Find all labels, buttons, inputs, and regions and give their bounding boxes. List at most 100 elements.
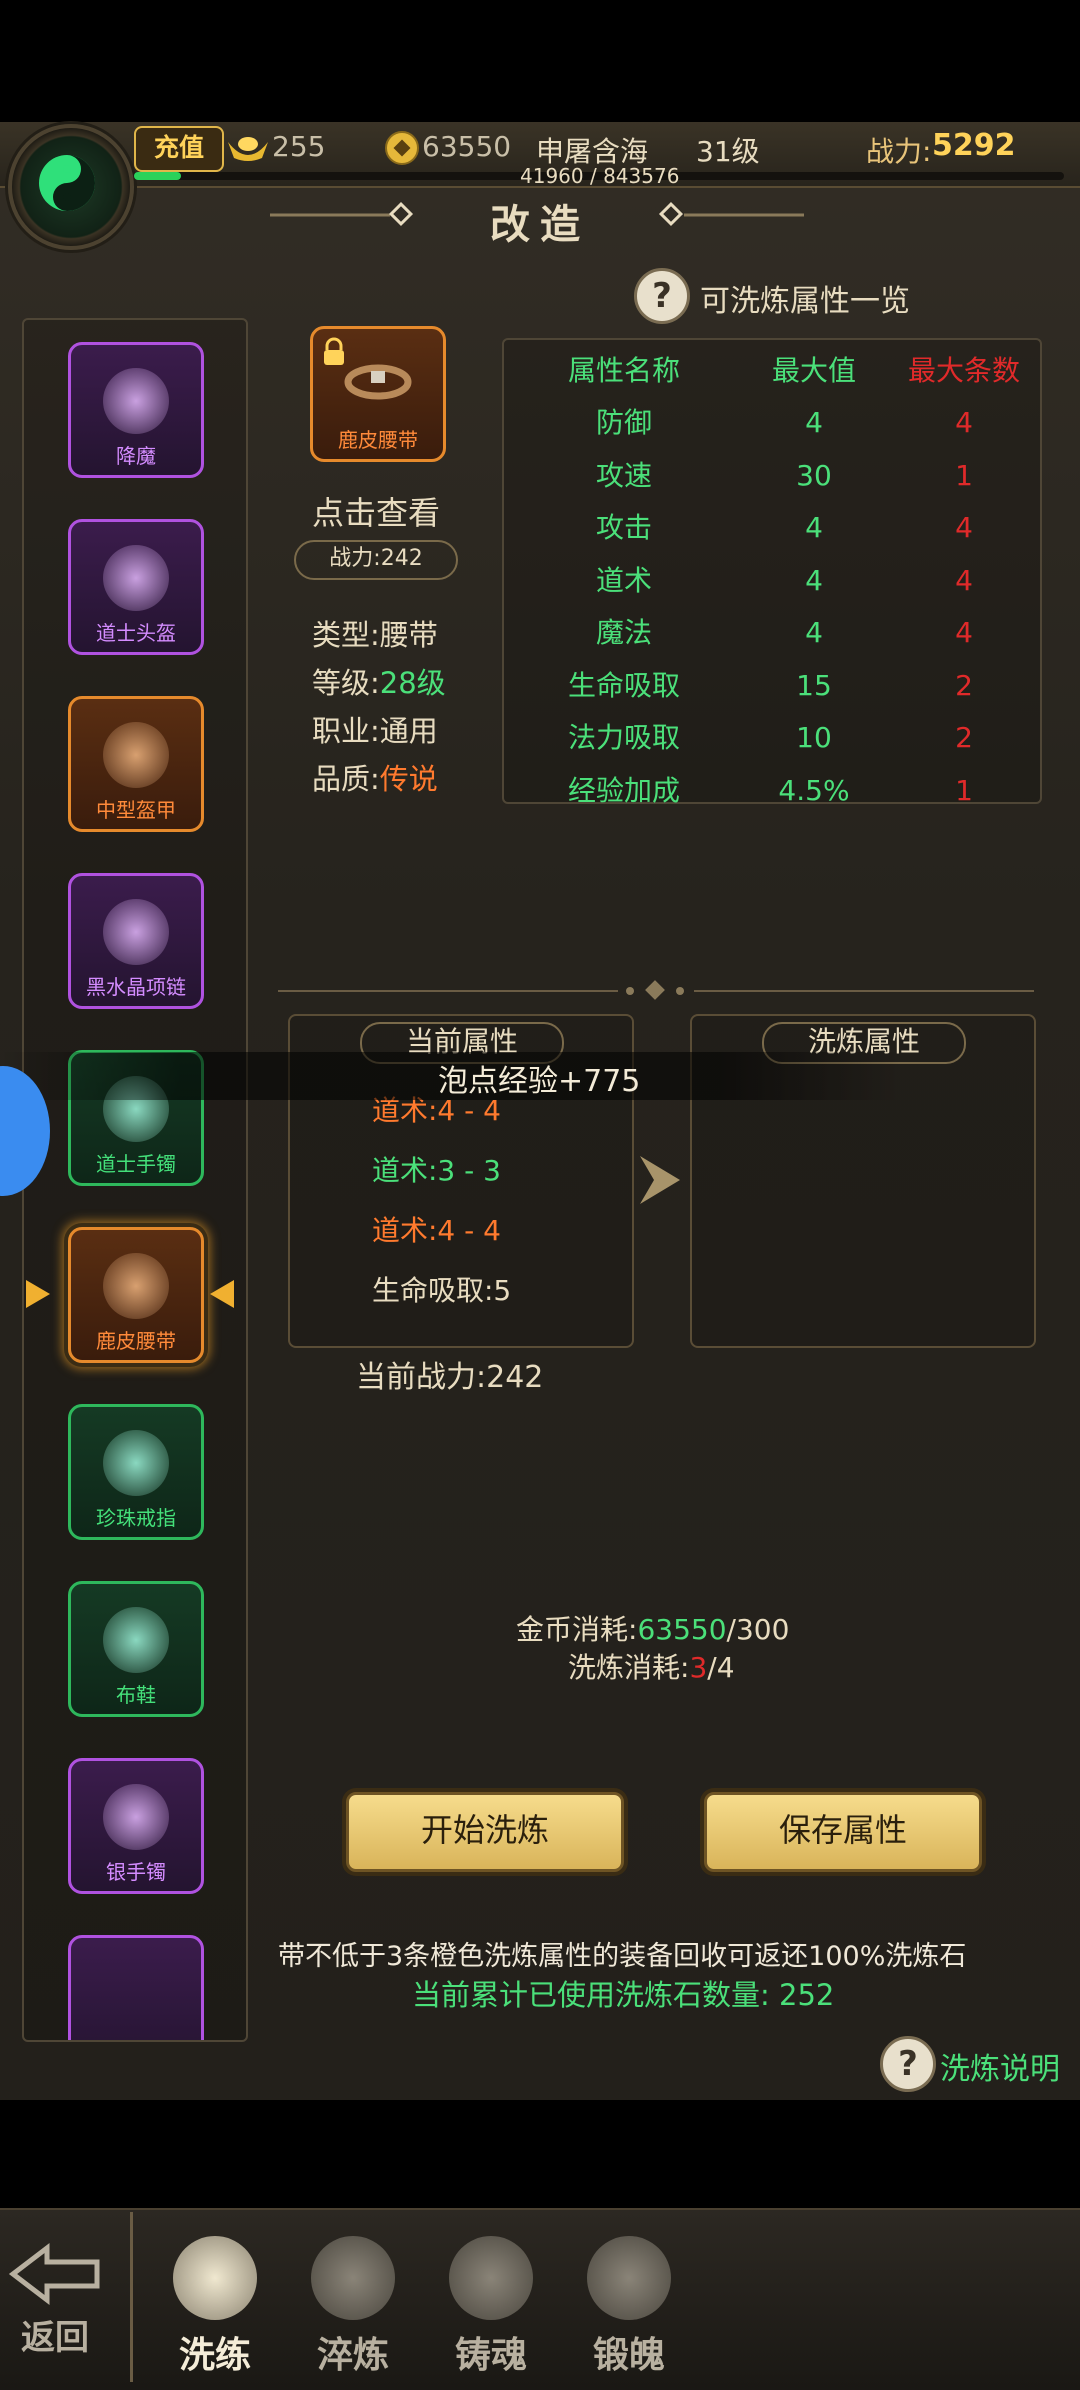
attr-max-count: 1 [955, 458, 973, 492]
item-quality-label: 品质: [312, 762, 380, 796]
equipment-name: 道士头盔 [96, 621, 176, 645]
attr-row: 魔法 4 4 [504, 608, 1040, 658]
header-attr-name: 属性名称 [567, 354, 680, 387]
tab-refine[interactable]: 洗练 [160, 2236, 270, 2376]
start-refine-button[interactable]: 开始洗炼 [346, 1792, 624, 1872]
equipment-slot[interactable]: 中型盔甲 [68, 696, 204, 832]
tab-temper[interactable]: 淬炼 [298, 2236, 408, 2376]
temper-tab-icon [311, 2236, 395, 2320]
attr-list-help-icon[interactable]: ? [634, 268, 690, 324]
equipment-name: 珍珠戒指 [96, 1506, 176, 1530]
equipment-name: 降魔 [116, 444, 156, 468]
gold-cost: 金币消耗:63550/300 [516, 1608, 789, 1648]
tab-temper-label: 淬炼 [316, 2334, 389, 2376]
recharge-button[interactable]: 充值 [134, 126, 224, 172]
equipment-icon [103, 545, 169, 611]
item-type-value: 腰带 [379, 618, 438, 652]
equipment-slot[interactable]: 道士头盔 [68, 519, 204, 655]
attr-name: 防御 [595, 406, 652, 439]
ingot-icon [228, 137, 268, 161]
nav-separator [130, 2212, 133, 2382]
equipment-slot[interactable]: 布鞋 [68, 1581, 204, 1717]
ingot-count: 255 [272, 130, 326, 163]
equipment-list-panel[interactable]: 降魔道士头盔中型盔甲黑水晶项链道士手镯鹿皮腰带珍珠戒指布鞋银手镯 [22, 318, 248, 2042]
equipment-icon [103, 1253, 169, 1319]
taiji-menu-icon[interactable] [8, 124, 134, 250]
attr-max-value: 4.5% [778, 773, 850, 807]
toast-message: 泡点经验+775 [438, 1064, 641, 1099]
equipment-slot[interactable]: 黑水晶项链 [68, 873, 204, 1009]
current-attr-line: 道术:3 - 3 [372, 1154, 501, 1187]
attr-max-count: 4 [955, 406, 973, 439]
exp-text: 41960 / 843576 [520, 164, 680, 188]
title-ornament-left [270, 201, 414, 227]
forge-spirit-tab-icon [587, 2236, 671, 2320]
attr-row: 攻速 30 1 [504, 451, 1040, 501]
stone-cost-need: /4 [707, 1651, 735, 1684]
equipment-icon [103, 1607, 169, 1673]
gold-cost-have: 63550 [637, 1613, 727, 1646]
attr-row: 攻击 4 4 [504, 503, 1040, 553]
current-attr-line: 生命吸取:5 [372, 1274, 512, 1307]
exp-bar-fill [134, 172, 181, 180]
attr-max-count: 1 [955, 773, 973, 807]
gold-count: 63550 [422, 130, 512, 163]
belt-icon [344, 364, 412, 400]
tab-cast-soul-label: 铸魂 [454, 2334, 527, 2376]
attr-max-value: 4 [805, 406, 823, 439]
refinable-attr-table: 属性名称 最大值 最大条数 防御 4 4 攻速 30 1 攻击 4 4 道术 4 4 魔法 4 4 生命吸取 1… [502, 338, 1042, 807]
item-quality-value: 传说 [379, 762, 438, 796]
gold-cost-label: 金币消耗: [516, 1613, 638, 1646]
stone-cost: 洗炼消耗:3/4 [568, 1646, 735, 1686]
gold-cost-need: /300 [726, 1613, 790, 1646]
back-arrow-icon [8, 2242, 100, 2306]
item-type-label: 类型: [312, 618, 380, 652]
stone-used-count: 当前累计已使用洗炼石数量: 252 [412, 1978, 835, 2012]
equipment-icon [103, 899, 169, 965]
attr-max-count: 4 [955, 511, 973, 544]
item-class-value: 通用 [379, 714, 438, 748]
equipment-name: 鹿皮腰带 [96, 1329, 176, 1353]
equipment-name: 道士手镯 [96, 1152, 176, 1176]
equipment-slot[interactable]: 珍珠戒指 [68, 1404, 204, 1540]
attr-name: 攻击 [595, 511, 652, 544]
gold-coin-icon [385, 131, 419, 165]
equipment-slot[interactable]: 降魔 [68, 342, 204, 478]
equipment-icon [103, 1784, 169, 1850]
refine-help-link[interactable]: 洗炼说明 [940, 2044, 1060, 2088]
stone-cost-label: 洗炼消耗: [568, 1651, 690, 1684]
section-divider [278, 980, 1034, 1000]
tab-cast-soul[interactable]: 铸魂 [436, 2236, 546, 2376]
equipment-slot-partial[interactable] [68, 1935, 204, 2040]
equipment-name: 布鞋 [116, 1683, 156, 1707]
attr-name: 道术 [595, 563, 652, 597]
selected-item-slot[interactable]: 鹿皮腰带 [310, 326, 446, 462]
equipment-slot[interactable]: 银手镯 [68, 1758, 204, 1894]
item-power-badge: 战力:242 [294, 540, 458, 580]
attr-max-count: 2 [955, 721, 973, 754]
recycle-notice: 带不低于3条橙色洗炼属性的装备回收可返还100%洗炼石 [278, 1941, 967, 1972]
tab-forge-spirit[interactable]: 锻魄 [574, 2236, 684, 2376]
equipment-name: 中型盔甲 [96, 798, 176, 822]
save-attrs-button[interactable]: 保存属性 [704, 1792, 982, 1872]
back-button[interactable]: 返回 [0, 2240, 110, 2380]
attr-max-value: 10 [796, 721, 832, 754]
attr-max-value: 4 [805, 563, 823, 597]
refine-tab-icon [173, 2236, 257, 2320]
attr-row: 法力吸取 10 2 [504, 713, 1040, 763]
equipment-slot[interactable]: 鹿皮腰带 [68, 1227, 204, 1363]
attr-name: 魔法 [595, 616, 652, 649]
equipment-name: 黑水晶项链 [86, 975, 186, 999]
item-type: 类型:腰带 [312, 612, 438, 654]
equipment-icon [103, 368, 169, 434]
attr-list-link[interactable]: 可洗炼属性一览 [700, 276, 910, 320]
attr-max-value: 15 [796, 668, 832, 702]
attr-row: 生命吸取 15 2 [504, 661, 1040, 711]
attr-row: 防御 4 4 [504, 398, 1040, 448]
click-view-link[interactable]: 点击查看 [312, 488, 440, 534]
arrow-right-icon [640, 1156, 680, 1204]
refine-help-icon[interactable]: ? [880, 2036, 936, 2092]
attr-max-count: 4 [955, 563, 973, 597]
title-ornament-right [658, 201, 804, 227]
item-class-label: 职业: [312, 714, 380, 748]
